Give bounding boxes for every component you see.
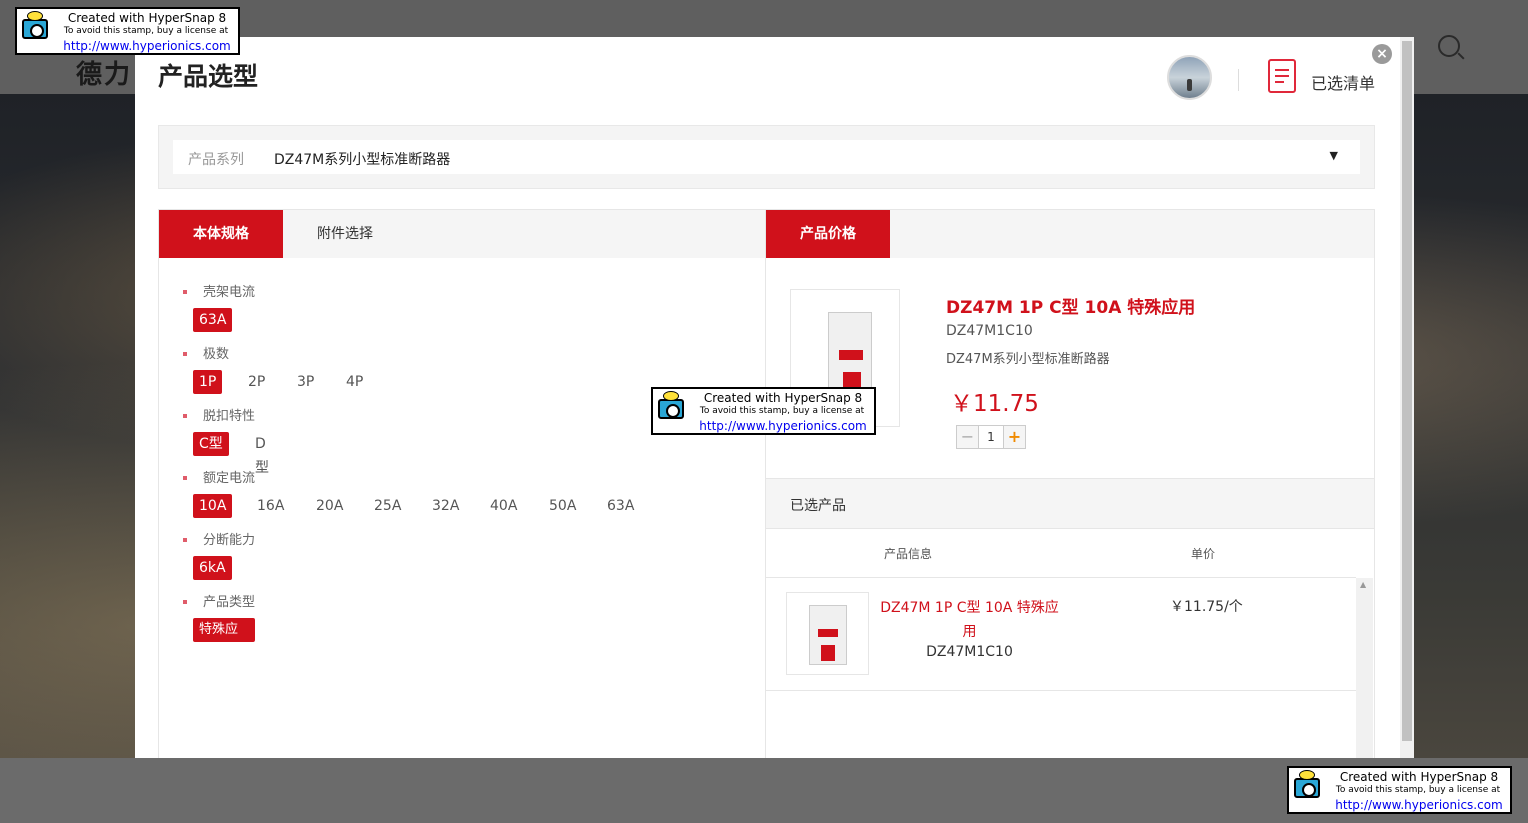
spec-title: 额定电流 [183, 470, 255, 488]
spec-title: 极数 [183, 346, 229, 364]
camera-icon [1294, 770, 1320, 798]
spec-group-frame-current: 壳架电流 63A [183, 284, 255, 332]
column-unit-price: 单价 [1191, 547, 1216, 561]
option-25a[interactable]: 25A [368, 494, 407, 518]
option-16a[interactable]: 16A [251, 494, 290, 518]
option-32a[interactable]: 32A [426, 494, 465, 518]
series-label: 产品系列 [188, 152, 244, 168]
option-6ka[interactable]: 6kA [193, 556, 232, 580]
price-tabbar: 产品价格 [766, 210, 1374, 258]
spec-group-breaking-capacity: 分断能力 6kA [183, 532, 255, 580]
spec-title: 分断能力 [183, 532, 255, 550]
selected-products-heading: 已选产品 [790, 498, 846, 514]
option-20a[interactable]: 20A [310, 494, 349, 518]
avatar[interactable] [1167, 55, 1212, 100]
spec-group-rated-current: 额定电流 10A 16A 20A 25A 32A 40A 50A 63A [183, 470, 634, 518]
spec-title: 壳架电流 [183, 284, 255, 302]
spec-title: 产品类型 [183, 594, 255, 612]
product-name: DZ47M 1P C型 10A 特殊应用 [946, 298, 1196, 318]
option-63a-rated[interactable]: 63A [601, 494, 640, 518]
decrement-button[interactable]: − [956, 425, 979, 449]
selected-list-button[interactable]: 已选清单 [1311, 70, 1375, 94]
series-selector-box: 产品系列 DZ47M系列小型标准断路器 ▼ [158, 125, 1375, 189]
selected-products-header: 已选产品 [766, 478, 1374, 529]
spec-group-trip-curve: 脱扣特性 C型 D型 [183, 408, 269, 476]
tab-product-price[interactable]: 产品价格 [766, 210, 890, 258]
column-product-info: 产品信息 [884, 547, 933, 561]
option-c-type[interactable]: C型 [193, 432, 229, 456]
modal-scrollbar[interactable] [1400, 37, 1414, 758]
product-series: DZ47M系列小型标准断路器 [946, 352, 1110, 367]
camera-icon [658, 391, 684, 419]
search-icon[interactable] [1438, 35, 1460, 57]
tab-body-spec[interactable]: 本体规格 [159, 210, 283, 258]
modal-title: 产品选型 [158, 62, 259, 91]
caret-down-icon[interactable]: ▼ [1330, 149, 1338, 162]
site-logo: 德力 [76, 60, 133, 90]
spec-group-product-type: 产品类型 特殊应用 [183, 594, 256, 661]
option-10a[interactable]: 10A [193, 494, 233, 518]
capture-stamp-center: Created with HyperSnap 8 To avoid this s… [651, 387, 876, 435]
product-price: ￥11.75 [950, 391, 1039, 417]
spec-group-poles: 极数 1P 2P 3P 4P [183, 346, 363, 394]
option-4p[interactable]: 4P [340, 370, 369, 394]
spec-panel: 本体规格 附件选择 壳架电流 63A 极数 1P 2P 3P 4P 脱扣特性 C… [158, 209, 766, 758]
capture-stamp-top-left: Created with HyperSnap 8 To avoid this s… [15, 7, 240, 55]
close-icon[interactable]: × [1372, 44, 1392, 64]
option-1p[interactable]: 1P [193, 370, 223, 394]
selected-list-icon[interactable] [1268, 59, 1296, 93]
header-divider-line [766, 577, 1356, 578]
option-special-application[interactable]: 特殊应用 [193, 618, 256, 661]
series-select[interactable]: 产品系列 DZ47M系列小型标准断路器 ▼ [173, 140, 1360, 174]
selected-product-price: ￥11.75/个 [1170, 599, 1243, 615]
increment-button[interactable]: + [1003, 425, 1026, 449]
price-panel: 产品价格 DZ47M 1P C型 10A 特殊应用 DZ47M1C10 DZ47… [766, 209, 1375, 758]
option-d-type[interactable]: D型 [249, 432, 275, 476]
capture-stamp-bottom-right: Created with HyperSnap 8 To avoid this s… [1287, 766, 1512, 814]
selected-list-scrollbar[interactable] [1356, 578, 1373, 758]
option-50a[interactable]: 50A [543, 494, 582, 518]
spec-title: 脱扣特性 [183, 408, 255, 426]
modal-scrollbar-thumb[interactable] [1402, 41, 1412, 741]
option-3p[interactable]: 3P [291, 370, 320, 394]
series-value: DZ47M系列小型标准断路器 [274, 152, 451, 168]
header-divider [1238, 69, 1239, 91]
product-code: DZ47M1C10 [946, 323, 1033, 339]
quantity-input[interactable]: 1 [979, 425, 1003, 449]
row-divider [766, 690, 1356, 691]
option-63a[interactable]: 63A [193, 308, 233, 332]
option-40a[interactable]: 40A [484, 494, 523, 518]
tab-accessory[interactable]: 附件选择 [283, 210, 407, 258]
camera-icon [22, 11, 48, 39]
selected-product-code: DZ47M1C10 [926, 644, 1013, 660]
selected-product-name[interactable]: DZ47M 1P C型 10A 特殊应用 [878, 596, 1061, 644]
option-2p[interactable]: 2P [242, 370, 271, 394]
spec-tabbar: 本体规格 附件选择 [159, 210, 765, 258]
selected-product-image [786, 592, 869, 675]
